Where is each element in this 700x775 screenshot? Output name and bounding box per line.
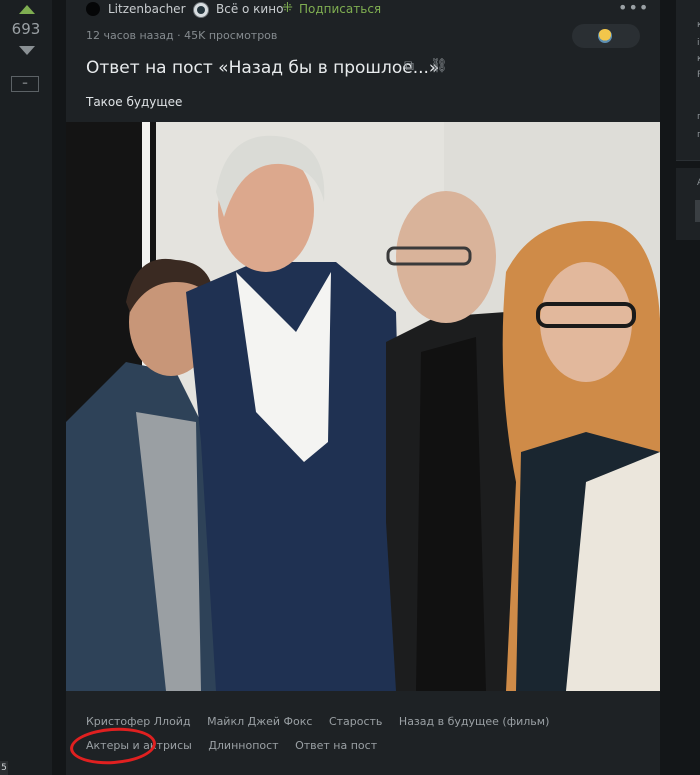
rating-column: 693 – [0, 0, 52, 775]
post-photo[interactable] [66, 122, 660, 691]
collapse-button[interactable]: – [11, 76, 39, 92]
tag-item[interactable]: Назад в будущее (фильм) [399, 710, 549, 734]
author-avatar[interactable] [86, 2, 100, 16]
reaction-button[interactable] [572, 24, 640, 48]
tag-item[interactable]: Майкл Джей Фокс [207, 710, 312, 734]
tag-list: Кристофер Ллойд Майкл Джей Фокс Старость… [86, 710, 646, 758]
sidebar-card: А [676, 168, 700, 240]
subscribe-button[interactable]: Подписаться [299, 2, 381, 16]
upvote-icon[interactable] [19, 5, 35, 14]
post-meta: 12 часов назад · 45K просмотров [86, 29, 278, 42]
author-name[interactable]: Litzenbacher [108, 2, 186, 16]
rating-value: 693 [11, 20, 41, 38]
community-avatar[interactable] [193, 2, 209, 18]
sidebar-fragment: і [697, 38, 700, 48]
sidebar-input[interactable] [695, 200, 700, 222]
post-title[interactable]: Ответ на пост «Назад бы в прошлое...» [86, 58, 439, 78]
share-icon[interactable]: ⧉ [404, 58, 414, 74]
community-name[interactable]: Всё о кино [216, 2, 283, 16]
photo-illustration [66, 122, 660, 691]
post-text: Такое будущее [86, 95, 183, 109]
link-icon[interactable]: ⛓ [430, 58, 448, 74]
corner-number: 5 [0, 761, 8, 775]
downvote-icon[interactable] [19, 46, 35, 55]
tag-item[interactable]: Ответ на пост [295, 734, 377, 758]
post-card: Litzenbacher Всё о кино ⁜ Подписаться ••… [66, 0, 660, 775]
more-icon[interactable]: ••• [618, 0, 649, 17]
subscribe-icon[interactable]: ⁜ [282, 1, 293, 16]
tag-item-highlighted[interactable]: Длиннопост [208, 734, 278, 758]
reaction-icon [598, 29, 612, 43]
sidebar-card: к і к Р п п [676, 0, 700, 161]
tag-item[interactable]: Старость [329, 710, 382, 734]
